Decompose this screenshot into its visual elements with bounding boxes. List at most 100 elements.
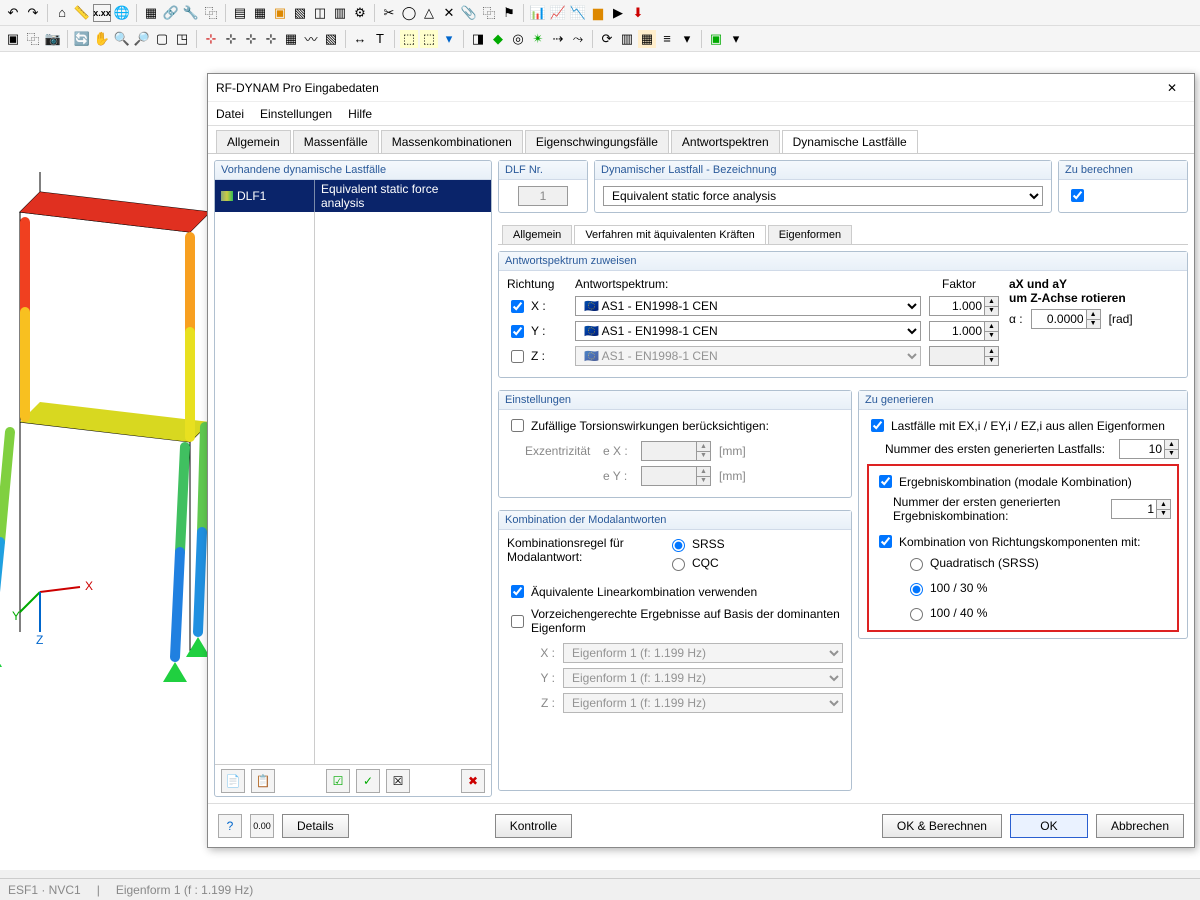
pdf-icon[interactable]: ⬇: [629, 4, 647, 22]
p3-icon[interactable]: ◎: [509, 30, 527, 48]
menu-file[interactable]: Datei: [216, 107, 244, 121]
p4-icon[interactable]: ✴: [529, 30, 547, 48]
menu-help[interactable]: Hilfe: [348, 107, 372, 121]
r3-icon[interactable]: ▦: [638, 30, 656, 48]
axis-icon[interactable]: ⊹: [202, 30, 220, 48]
r40-radio[interactable]: [910, 608, 923, 621]
srss-radio[interactable]: [672, 539, 685, 552]
tab-dyn-loadcases[interactable]: Dynamische Lastfälle: [782, 130, 918, 153]
number-icon[interactable]: x.xx: [93, 4, 111, 22]
p2-icon[interactable]: ◆: [489, 30, 507, 48]
r1-icon[interactable]: ⟳: [598, 30, 616, 48]
cqc-radio[interactable]: [672, 558, 685, 571]
torsion-checkbox[interactable]: [511, 419, 524, 432]
gen-dir-checkbox[interactable]: [879, 535, 892, 548]
copy-btn-icon[interactable]: 📋: [251, 769, 275, 793]
pan-icon[interactable]: ✋: [93, 30, 111, 48]
lasso-icon[interactable]: ◯: [400, 4, 418, 22]
triangle-icon[interactable]: △: [420, 4, 438, 22]
table-icon[interactable]: ▦: [251, 4, 269, 22]
r30-radio[interactable]: [910, 583, 923, 596]
uncheck-icon[interactable]: ☒: [386, 769, 410, 793]
r2-icon[interactable]: ▥: [618, 30, 636, 48]
help-icon[interactable]: ?: [218, 814, 242, 838]
flag-icon[interactable]: ⚑: [500, 4, 518, 22]
clip-icon[interactable]: 📎: [460, 4, 478, 22]
spec-y-select[interactable]: 🇪🇺 AS1 - EN1998-1 CEN: [575, 321, 921, 341]
r5-icon[interactable]: ▾: [678, 30, 696, 48]
redo-icon[interactable]: ↷: [24, 4, 42, 22]
gear-icon[interactable]: ⚙: [351, 4, 369, 22]
tab-spectra[interactable]: Antwortspektren: [671, 130, 780, 153]
undo-icon[interactable]: ↶: [4, 4, 22, 22]
tab-mass-combos[interactable]: Massenkombinationen: [381, 130, 523, 153]
tab-general[interactable]: Allgemein: [216, 130, 291, 153]
ax3-icon[interactable]: ⊹: [242, 30, 260, 48]
x-icon[interactable]: ✕: [440, 4, 458, 22]
wire-icon[interactable]: ◳: [173, 30, 191, 48]
calc-icon[interactable]: 📊: [529, 4, 547, 22]
r4-icon[interactable]: ≡: [658, 30, 676, 48]
tab-mass-cases[interactable]: Massenfälle: [293, 130, 379, 153]
tool-icon[interactable]: 🔧: [182, 4, 200, 22]
chart-icon[interactable]: 📈: [549, 4, 567, 22]
cube-icon[interactable]: ▣: [4, 30, 22, 48]
menu-settings[interactable]: Einstellungen: [260, 107, 332, 121]
text-icon[interactable]: T: [371, 30, 389, 48]
fill-icon[interactable]: ▧: [322, 30, 340, 48]
list-item[interactable]: DLF1 Equivalent static force analysis: [215, 180, 491, 212]
rotate-icon[interactable]: 🔄: [73, 30, 91, 48]
arrow-icon[interactable]: ▶: [609, 4, 627, 22]
list-icon[interactable]: ▤: [231, 4, 249, 22]
subtab-eigen[interactable]: Eigenformen: [768, 225, 852, 244]
ax4-icon[interactable]: ⊹: [262, 30, 280, 48]
equiv-checkbox[interactable]: [511, 585, 524, 598]
check-button[interactable]: Kontrolle: [495, 814, 572, 838]
link-icon[interactable]: 🔗: [162, 4, 180, 22]
f2-icon[interactable]: ⬚: [420, 30, 438, 48]
spectrum-icon[interactable]: 📉: [569, 4, 587, 22]
spec-x-select[interactable]: 🇪🇺 AS1 - EN1998-1 CEN: [575, 296, 921, 316]
gen-lc-checkbox[interactable]: [871, 419, 884, 432]
details-button[interactable]: Details: [282, 814, 349, 838]
ruler-icon[interactable]: 📏: [73, 4, 91, 22]
crop-icon[interactable]: ⿻: [202, 4, 220, 22]
dir-z-checkbox[interactable]: [511, 350, 524, 363]
ok-button[interactable]: OK: [1010, 814, 1088, 838]
new-icon[interactable]: 📄: [221, 769, 245, 793]
sign-checkbox[interactable]: [511, 615, 524, 628]
close-icon[interactable]: ✕: [1158, 78, 1186, 98]
delete-icon[interactable]: ✖: [461, 769, 485, 793]
dim-icon[interactable]: ↔: [351, 30, 369, 48]
box3d-icon[interactable]: ▢: [153, 30, 171, 48]
calc-checkbox[interactable]: [1071, 189, 1084, 202]
subtab-general[interactable]: Allgemein: [502, 225, 572, 244]
box-icon[interactable]: ▣: [271, 4, 289, 22]
ax2-icon[interactable]: ⊹: [222, 30, 240, 48]
wave-icon[interactable]: 〰: [302, 30, 320, 48]
layers-icon[interactable]: ⿻: [24, 30, 42, 48]
p6-icon[interactable]: ⤳: [569, 30, 587, 48]
check-icon[interactable]: ▣: [707, 30, 725, 48]
f3-icon[interactable]: ▾: [440, 30, 458, 48]
overlap2-icon[interactable]: ▥: [331, 4, 349, 22]
units-icon[interactable]: 0.00: [250, 814, 274, 838]
overlap-icon[interactable]: ◫: [311, 4, 329, 22]
module-icon[interactable]: ▆: [589, 4, 607, 22]
grid-icon[interactable]: ▦: [142, 4, 160, 22]
dir-y-checkbox[interactable]: [511, 325, 524, 338]
check-one-icon[interactable]: ✓: [356, 769, 380, 793]
ok-calc-button[interactable]: OK & Berechnen: [882, 814, 1002, 838]
mesh-icon[interactable]: ▦: [282, 30, 300, 48]
home-icon[interactable]: ⌂: [53, 4, 71, 22]
copy-icon[interactable]: ⿻: [480, 4, 498, 22]
cancel-button[interactable]: Abbrechen: [1096, 814, 1184, 838]
check-all-icon[interactable]: ☑: [326, 769, 350, 793]
subtab-equiv[interactable]: Verfahren mit äquivalenten Kräften: [574, 225, 765, 244]
zoombox-icon[interactable]: 🔎: [133, 30, 151, 48]
p5-icon[interactable]: ⇢: [549, 30, 567, 48]
zoom-icon[interactable]: 🔍: [113, 30, 131, 48]
camera-icon[interactable]: 📷: [44, 30, 62, 48]
dlfname-select[interactable]: Equivalent static force analysis: [603, 186, 1043, 206]
f1-icon[interactable]: ⬚: [400, 30, 418, 48]
